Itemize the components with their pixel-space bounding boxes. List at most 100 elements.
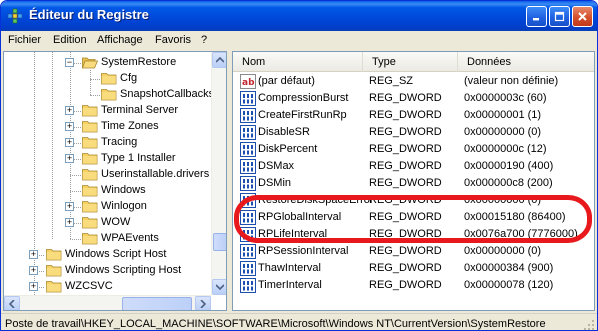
tree-item-label: Tracing bbox=[101, 136, 138, 148]
table-row[interactable]: DiskPercent REG_DWORD 0x0000000c (12) bbox=[233, 141, 594, 158]
expand-icon[interactable]: + bbox=[29, 282, 38, 291]
expand-icon[interactable]: + bbox=[65, 202, 74, 211]
tree-item[interactable]: + Winlogon bbox=[4, 199, 209, 215]
folder-icon bbox=[82, 137, 98, 149]
expand-icon[interactable]: + bbox=[65, 122, 74, 131]
tree-item-label: Windows Script Host bbox=[65, 248, 167, 260]
resize-grip-icon[interactable] bbox=[583, 319, 595, 331]
expand-icon[interactable]: + bbox=[65, 154, 74, 163]
menu-fichier[interactable]: Fichier bbox=[8, 34, 41, 46]
close-icon bbox=[578, 12, 587, 21]
maximize-button[interactable] bbox=[549, 6, 570, 27]
tree-item[interactable]: + Windows Scripting Host bbox=[4, 263, 209, 279]
expand-icon[interactable]: + bbox=[65, 138, 74, 147]
expand-icon[interactable]: + bbox=[29, 266, 38, 275]
scroll-up-button[interactable] bbox=[212, 52, 226, 68]
tree-item-label: Type 1 Installer bbox=[101, 152, 176, 164]
value-type: REG_DWORD bbox=[369, 211, 442, 223]
tree-item[interactable]: + WZCSVC bbox=[4, 279, 209, 295]
tree-item-label: WPAEvents bbox=[101, 232, 159, 244]
expand-icon[interactable]: + bbox=[65, 218, 74, 227]
value-name: RPGlobalInterval bbox=[258, 211, 342, 223]
table-row[interactable]: ab (par défaut) REG_SZ (valeur non définie) bbox=[233, 73, 594, 90]
tree-item-label: WOW bbox=[101, 216, 131, 228]
collapse-icon[interactable]: − bbox=[65, 58, 74, 67]
column-header-name[interactable]: Nom bbox=[233, 52, 363, 72]
tree-item-label: WZCSVC bbox=[65, 280, 113, 292]
menu-help[interactable]: ? bbox=[201, 34, 207, 46]
value-type: REG_DWORD bbox=[369, 262, 442, 274]
tree-item[interactable]: + Time Zones bbox=[4, 119, 209, 135]
tree-item[interactable]: + Windows Script Host bbox=[4, 247, 209, 263]
column-header-data[interactable]: Données bbox=[458, 52, 594, 72]
tree-item-label: Terminal Server bbox=[101, 104, 179, 116]
tree-item-label: SystemRestore bbox=[101, 56, 177, 68]
table-row[interactable]: DSMin REG_DWORD 0x000000c8 (200) bbox=[233, 175, 594, 192]
tree-item[interactable]: + Type 1 Installer bbox=[4, 151, 209, 167]
value-name: DSMax bbox=[258, 160, 295, 172]
regedit-icon bbox=[7, 8, 23, 24]
table-row[interactable]: RPLifeInterval REG_DWORD 0x0076a700 (77760… bbox=[233, 226, 594, 243]
table-row[interactable]: RestoreDiskSpaceError REG_DWORD 0x00000000… bbox=[233, 192, 594, 209]
minimize-button[interactable] bbox=[526, 6, 547, 27]
value-name: DisableSR bbox=[258, 126, 310, 138]
table-row[interactable]: DisableSR REG_DWORD 0x00000000 (0) bbox=[233, 124, 594, 141]
menu-edition[interactable]: Edition bbox=[53, 34, 87, 46]
folder-icon bbox=[82, 169, 98, 181]
value-data: 0x00000000 (0) bbox=[464, 126, 542, 138]
close-button[interactable] bbox=[572, 6, 593, 27]
scroll-left-button[interactable] bbox=[4, 296, 20, 310]
tree-item[interactable]: Windows bbox=[4, 183, 209, 199]
hscroll-thumb[interactable] bbox=[122, 297, 192, 310]
folder-icon bbox=[82, 153, 98, 165]
table-row[interactable]: RPGlobalInterval REG_DWORD 0x00015180 (864… bbox=[233, 209, 594, 226]
table-row[interactable]: CompressionBurst REG_DWORD 0x0000003c (60) bbox=[233, 90, 594, 107]
value-type: REG_DWORD bbox=[369, 160, 442, 172]
value-name: CompressionBurst bbox=[258, 92, 349, 104]
minimize-icon bbox=[533, 18, 539, 21]
tree-item[interactable]: + Terminal Server bbox=[4, 103, 209, 119]
tree-item[interactable]: Cfg bbox=[4, 71, 209, 87]
table-row[interactable]: DSMax REG_DWORD 0x00000190 (400) bbox=[233, 158, 594, 175]
status-path: Poste de travail\HKEY_LOCAL_MACHINE\SOFT… bbox=[5, 318, 546, 330]
expand-icon[interactable]: + bbox=[29, 250, 38, 259]
value-data: 0x000000c8 (200) bbox=[464, 177, 553, 189]
tree-item[interactable]: + Tracing bbox=[4, 135, 209, 151]
menu-favoris[interactable]: Favoris bbox=[155, 34, 191, 46]
tree-item[interactable]: WPAEvents bbox=[4, 231, 209, 247]
value-data: 0x00000190 (400) bbox=[464, 160, 554, 172]
table-row[interactable]: CreateFirstRunRp REG_DWORD 0x00000001 (1) bbox=[233, 107, 594, 124]
registry-editor-window: Éditeur du Registre Fichier Edition Affi… bbox=[0, 0, 598, 331]
value-name: RestoreDiskSpaceError bbox=[258, 194, 374, 206]
tree-item[interactable]: SnapshotCallbacks bbox=[4, 87, 214, 103]
tree-item-label: Time Zones bbox=[101, 120, 159, 132]
value-type: REG_DWORD bbox=[369, 92, 442, 104]
scroll-right-button[interactable] bbox=[195, 296, 211, 310]
scroll-thumb[interactable] bbox=[213, 233, 226, 251]
table-row[interactable]: ThawInterval REG_DWORD 0x00000384 (900) bbox=[233, 260, 594, 277]
string-value-icon: ab bbox=[240, 74, 256, 89]
tree-item[interactable]: Userinstallable.drivers bbox=[4, 167, 209, 183]
value-data: 0x00000001 (1) bbox=[464, 109, 542, 121]
dword-value-icon bbox=[240, 142, 256, 157]
arrow-up-icon bbox=[216, 57, 224, 63]
table-row[interactable]: RPSessionInterval REG_DWORD 0x00000000 (0) bbox=[233, 243, 594, 260]
menu-affichage[interactable]: Affichage bbox=[97, 34, 143, 46]
tree-horizontal-scrollbar[interactable] bbox=[4, 295, 211, 310]
value-name: DiskPercent bbox=[258, 143, 318, 155]
expand-icon[interactable]: + bbox=[65, 106, 74, 115]
key-tree[interactable]: − SystemRestore Cfg SnapshotCallbacks + Termi… bbox=[3, 51, 227, 311]
column-header-type[interactable]: Type bbox=[363, 52, 458, 72]
scroll-down-button[interactable] bbox=[212, 279, 226, 295]
tree-item[interactable]: + WOW bbox=[4, 215, 209, 231]
value-type: REG_DWORD bbox=[369, 109, 442, 121]
dword-value-icon bbox=[240, 176, 256, 191]
tree-vertical-scrollbar[interactable] bbox=[211, 52, 226, 295]
dword-value-icon bbox=[240, 261, 256, 276]
values-list[interactable]: Nom Type Données ab (par défaut) REG_SZ (va… bbox=[232, 51, 595, 311]
tree-item[interactable]: − SystemRestore bbox=[4, 55, 209, 71]
table-row[interactable]: TimerInterval REG_DWORD 0x00000078 (120) bbox=[233, 277, 594, 294]
title-bar[interactable]: Éditeur du Registre bbox=[1, 1, 597, 31]
dword-value-icon bbox=[240, 193, 256, 208]
maximize-icon bbox=[554, 11, 565, 22]
